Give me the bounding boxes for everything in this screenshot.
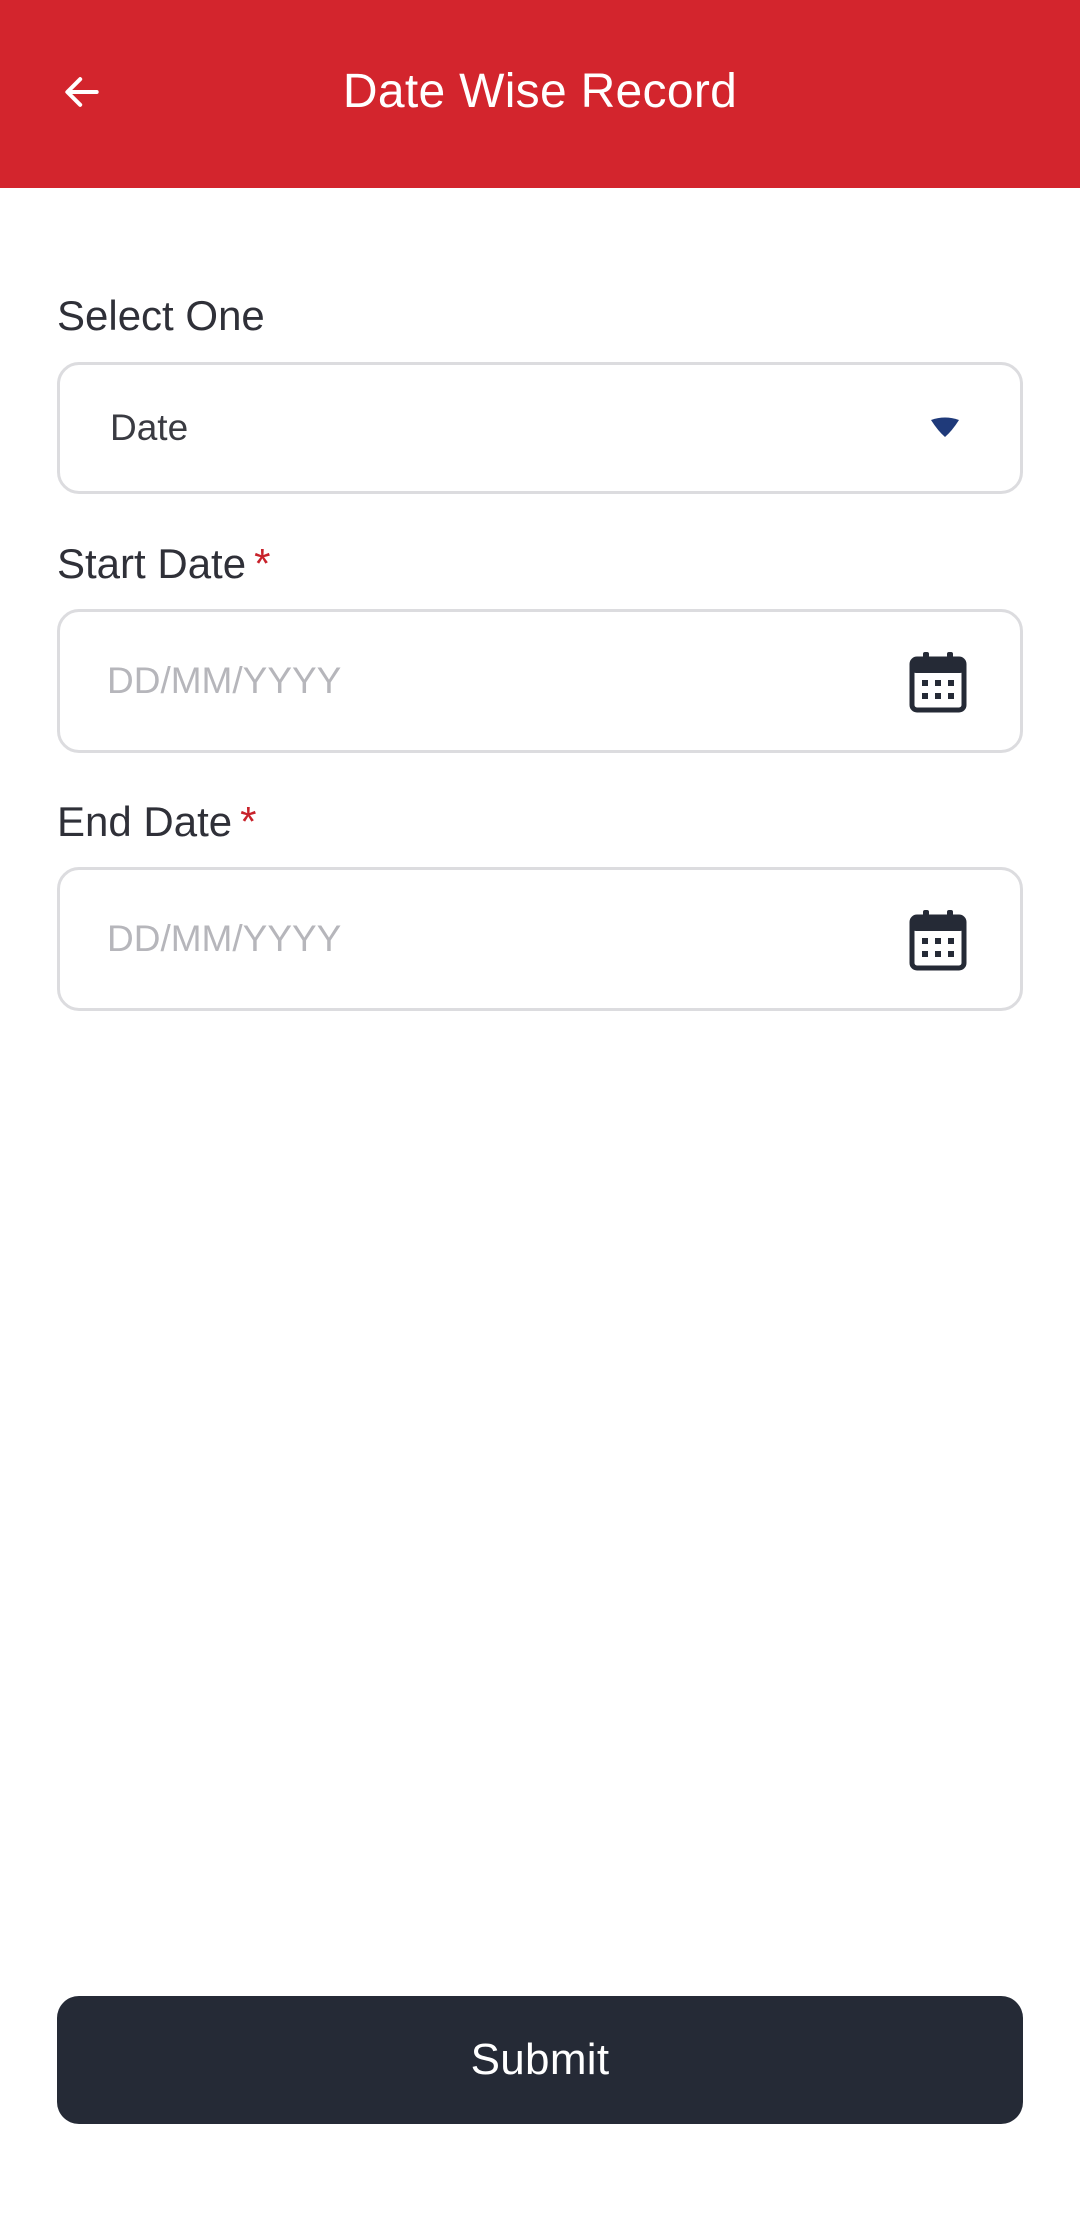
start-date-input[interactable] xyxy=(107,612,867,750)
required-mark: * xyxy=(240,798,257,845)
required-mark: * xyxy=(254,540,271,587)
app-bar: Date Wise Record xyxy=(0,0,1080,188)
end-date-input[interactable] xyxy=(107,870,867,1008)
type-select[interactable]: Date xyxy=(57,362,1023,494)
start-date-label: Start Date * xyxy=(57,538,270,590)
end-date-label: End Date * xyxy=(57,796,256,848)
select-label: Select One xyxy=(57,290,265,342)
caret-down-icon xyxy=(931,417,959,437)
submit-button[interactable]: Submit xyxy=(57,1996,1023,2124)
end-date-label-text: End Date xyxy=(57,798,233,845)
calendar-icon[interactable] xyxy=(908,650,968,714)
start-date-label-text: Start Date xyxy=(57,540,247,587)
select-value: Date xyxy=(110,407,189,448)
end-date-field[interactable] xyxy=(57,867,1023,1011)
select-label-text: Select One xyxy=(57,292,265,339)
page-title: Date Wise Record xyxy=(342,65,738,118)
start-date-field[interactable] xyxy=(57,609,1023,753)
calendar-icon[interactable] xyxy=(908,908,968,972)
